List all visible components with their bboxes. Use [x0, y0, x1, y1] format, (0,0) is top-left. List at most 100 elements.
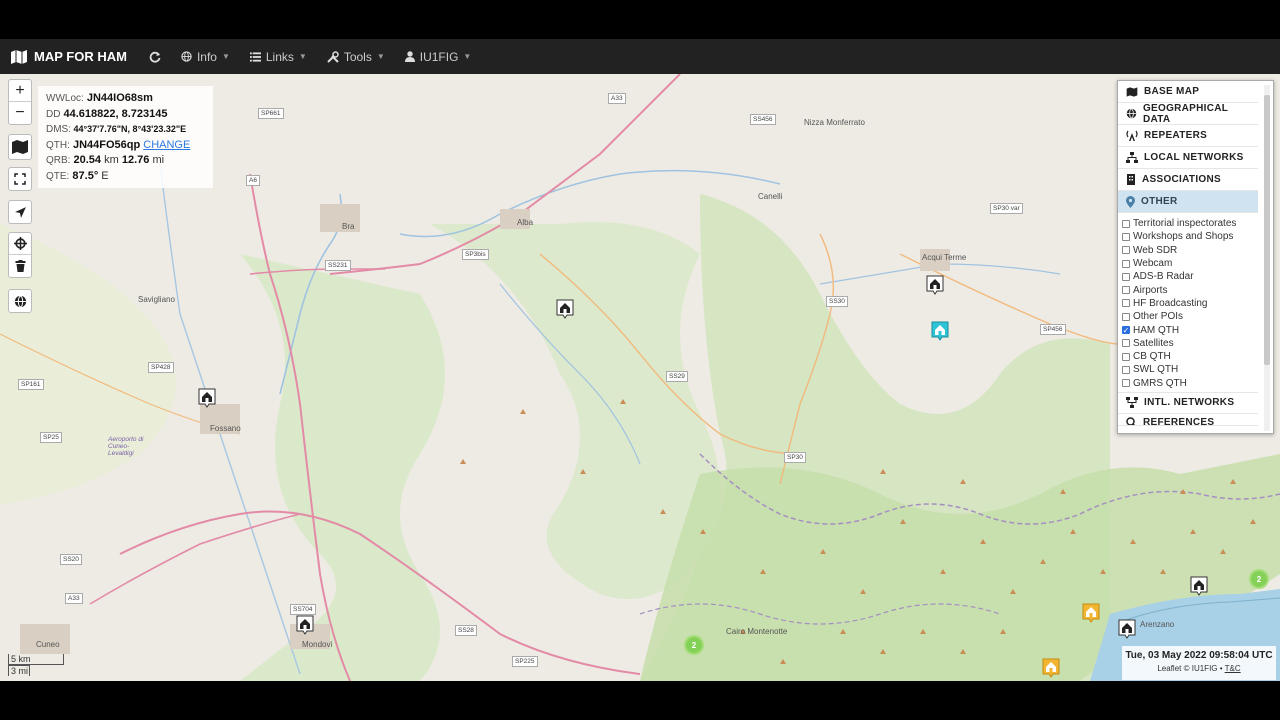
- qrb-km-value: 20.54: [73, 154, 102, 166]
- ham-qth-marker-gold[interactable]: [1082, 603, 1100, 623]
- terms-link[interactable]: T&C: [1225, 664, 1241, 673]
- place-label: Cairo Montenotte: [726, 627, 788, 636]
- road-label: SP30: [784, 452, 806, 463]
- navbar: MAP FOR HAM Info ▼ Links ▼ Tools ▼ IU1FI…: [0, 39, 1280, 74]
- globe-control: [8, 289, 32, 313]
- checkbox[interactable]: [1122, 379, 1130, 388]
- checkbox[interactable]: [1122, 312, 1130, 321]
- nav-info[interactable]: Info ▼: [171, 50, 240, 64]
- checkbox[interactable]: [1122, 286, 1130, 295]
- layer-group-references[interactable]: REFERENCES: [1118, 413, 1258, 426]
- layer-item-airports[interactable]: Airports: [1122, 283, 1273, 296]
- road-label: SS29: [666, 371, 688, 382]
- delete-button[interactable]: [9, 255, 31, 277]
- brand-label: MAP FOR HAM: [34, 49, 127, 64]
- caret-down-icon: ▼: [298, 52, 307, 61]
- checkbox[interactable]: [1122, 246, 1130, 255]
- road-label: SS20: [60, 554, 82, 565]
- basemap-button[interactable]: [9, 135, 31, 159]
- nav-tools[interactable]: Tools ▼: [317, 50, 395, 64]
- zoom-in-button[interactable]: +: [9, 80, 31, 102]
- layer-item-gmrs-qth[interactable]: GMRS QTH: [1122, 377, 1273, 390]
- nav-user[interactable]: IU1FIG ▼: [395, 50, 482, 64]
- checkbox[interactable]: [1122, 339, 1130, 348]
- ham-qth-marker[interactable]: [926, 275, 944, 295]
- checkbox-checked[interactable]: ✓: [1122, 326, 1130, 335]
- map-icon: [1126, 86, 1138, 97]
- layer-item-swl-qth[interactable]: SWL QTH: [1122, 363, 1273, 376]
- refresh-button[interactable]: [139, 51, 171, 63]
- ham-qth-marker-active[interactable]: [931, 321, 949, 341]
- fullscreen-button[interactable]: [9, 168, 31, 190]
- ham-qth-marker[interactable]: [556, 299, 574, 319]
- scrollbar-thumb[interactable]: [1264, 95, 1270, 365]
- road-label: SP30 var: [990, 203, 1023, 214]
- zoom-out-button[interactable]: −: [9, 102, 31, 124]
- road-label: SP661: [258, 108, 284, 119]
- ham-qth-marker[interactable]: [1190, 576, 1208, 596]
- layer-item-cb-qth[interactable]: CB QTH: [1122, 350, 1273, 363]
- road-label: SP161: [18, 379, 44, 390]
- layer-panel-scrollbar[interactable]: [1264, 85, 1270, 431]
- locate-button[interactable]: [9, 201, 31, 223]
- layer-item-territorial-inspectorates[interactable]: Territorial inspectorates: [1122, 217, 1273, 230]
- layer-group-geographical-data[interactable]: GEOGRAPHICAL DATA: [1118, 103, 1258, 125]
- nav-links[interactable]: Links ▼: [240, 50, 317, 64]
- place-label: Nizza Monferrato: [804, 118, 865, 127]
- layer-item-satellites[interactable]: Satellites: [1122, 337, 1273, 350]
- layer-item-web-sdr[interactable]: Web SDR: [1122, 244, 1273, 257]
- leaflet-link[interactable]: Leaflet: [1157, 664, 1181, 673]
- network-icon: [1126, 152, 1138, 163]
- measure-control: [8, 232, 32, 278]
- dd-row: DD 44.618822, 8.723145: [46, 107, 168, 120]
- globe-button[interactable]: [9, 290, 31, 312]
- layer-group-other[interactable]: OTHER: [1118, 191, 1258, 213]
- marker-cluster[interactable]: 2: [684, 635, 704, 655]
- layer-item-workshops-shops[interactable]: Workshops and Shops: [1122, 230, 1273, 243]
- qte-row: QTE: 87.5° E: [46, 169, 109, 182]
- place-label: Bra: [342, 222, 355, 231]
- layer-item-webcam[interactable]: Webcam: [1122, 257, 1273, 270]
- location-arrow-icon: [14, 206, 26, 218]
- qth-row: QTH: JN44FO56qp CHANGE: [46, 138, 191, 151]
- checkbox[interactable]: [1122, 232, 1130, 241]
- ham-qth-marker[interactable]: [1118, 619, 1136, 639]
- layer-group-repeaters[interactable]: REPEATERS: [1118, 125, 1258, 147]
- wwloc-value: JN44IO68sm: [86, 92, 153, 104]
- checkbox[interactable]: [1122, 299, 1130, 308]
- tools-icon: [327, 50, 339, 63]
- globe-icon: [1126, 108, 1137, 119]
- ham-qth-marker[interactable]: [296, 615, 314, 635]
- crosshair-button[interactable]: [9, 233, 31, 255]
- layer-item-hf-broadcasting[interactable]: HF Broadcasting: [1122, 297, 1273, 310]
- trash-icon: [15, 260, 25, 272]
- user-icon: [404, 51, 415, 62]
- wwloc-row: WWLoc: JN44IO68sm: [46, 92, 153, 104]
- layer-group-associations[interactable]: ASSOCIATIONS: [1118, 169, 1258, 191]
- antenna-icon: [1126, 130, 1138, 141]
- checkbox[interactable]: [1122, 365, 1130, 374]
- caret-down-icon: ▼: [376, 52, 385, 61]
- checkbox[interactable]: [1122, 352, 1130, 361]
- map[interactable]: Nizza Monferrato Canelli Acqui Terme Alb…: [0, 74, 1280, 681]
- layer-group-intl-networks[interactable]: INTL. NETWORKS: [1118, 391, 1258, 414]
- layer-item-adsb-radar[interactable]: ADS-B Radar: [1122, 270, 1273, 283]
- airport-label: Aeroporto di Cuneo-Levaldigi: [108, 436, 144, 457]
- marker-cluster[interactable]: 2: [1249, 569, 1269, 589]
- qth-value: JN44FO56qp: [72, 138, 141, 151]
- checkbox[interactable]: [1122, 259, 1130, 268]
- place-label: Cuneo: [36, 640, 60, 649]
- ham-qth-marker-gold[interactable]: [1042, 658, 1060, 678]
- layer-item-other-pois[interactable]: Other POIs: [1122, 310, 1273, 323]
- map-icon: [12, 140, 28, 154]
- layer-group-local-networks[interactable]: LOCAL NETWORKS: [1118, 147, 1258, 169]
- layer-item-ham-qth[interactable]: ✓ HAM QTH: [1122, 323, 1273, 336]
- brand[interactable]: MAP FOR HAM: [0, 49, 139, 64]
- checkbox[interactable]: [1122, 272, 1130, 281]
- nav-links-label: Links: [265, 49, 294, 64]
- change-qth-link[interactable]: CHANGE: [143, 139, 190, 151]
- layer-group-base-map[interactable]: BASE MAP: [1118, 81, 1258, 103]
- place-label: Mondovì: [302, 640, 333, 649]
- ham-qth-marker[interactable]: [198, 388, 216, 408]
- checkbox[interactable]: [1122, 219, 1130, 228]
